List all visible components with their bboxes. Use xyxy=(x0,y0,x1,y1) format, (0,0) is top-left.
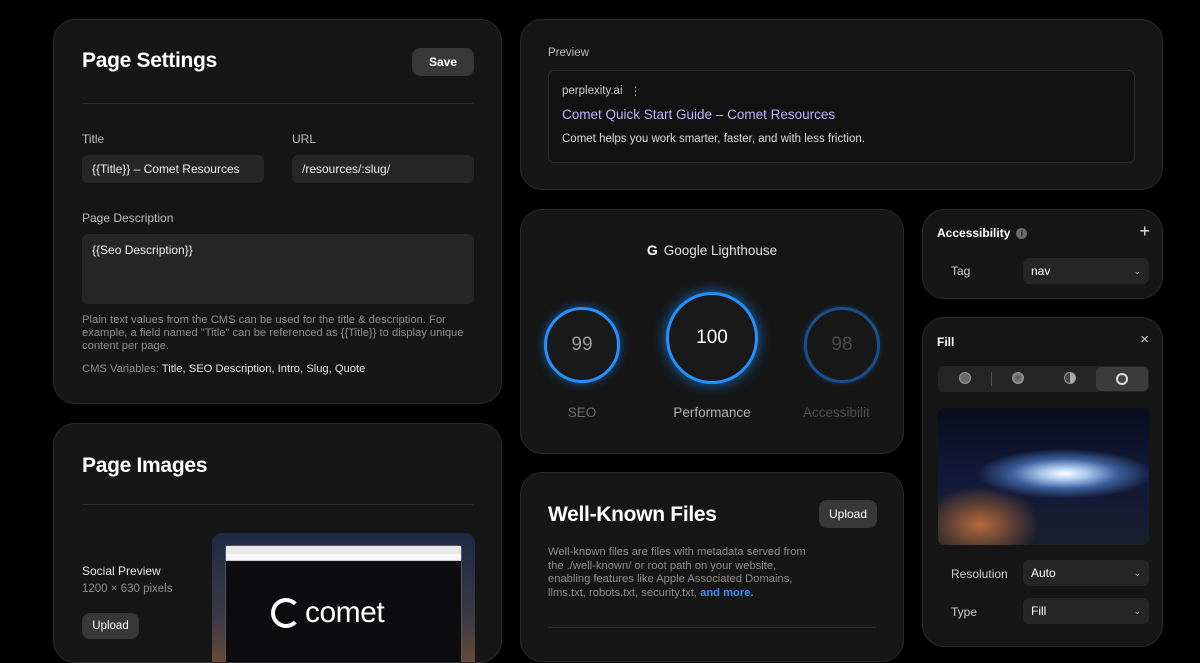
well-known-description: Well-known files are files with metadata… xyxy=(548,546,816,600)
lighthouse-card: G Google Lighthouse 99 SEO 100 Performan… xyxy=(520,209,904,454)
url-label: URL xyxy=(292,132,317,146)
chevron-down-icon: ⌄ xyxy=(1133,605,1141,616)
close-icon[interactable]: × xyxy=(1140,331,1149,348)
social-preview-label: Social Preview xyxy=(82,564,161,578)
fill-image-preview xyxy=(938,408,1149,545)
save-button[interactable]: Save xyxy=(412,48,474,76)
info-icon[interactable]: i xyxy=(1016,227,1028,239)
image-fill-icon xyxy=(1116,373,1128,385)
lighthouse-header: G Google Lighthouse xyxy=(521,242,903,258)
resolution-value: Auto xyxy=(1031,566,1056,580)
title-label: Title xyxy=(82,132,105,146)
preview-domain-row: perplexity.ai ⋮ xyxy=(562,84,642,98)
well-known-title: Well-Known Files xyxy=(548,503,717,526)
seo-label: SEO xyxy=(567,405,597,420)
resolution-select[interactable]: Auto ⌄ xyxy=(1023,560,1149,586)
fill-card: Fill × Resolution Auto ⌄ Type Fill ⌄ xyxy=(922,317,1163,647)
preview-link[interactable]: Comet Quick Start Guide – Comet Resource… xyxy=(562,107,835,122)
cms-variables-value: Title, SEO Description, Intro, Slug, Quo… xyxy=(161,363,366,375)
well-known-card: Well-Known Files Upload Well-known files… xyxy=(520,472,904,662)
comet-logo-icon xyxy=(271,598,301,628)
tag-label: Tag xyxy=(951,264,971,278)
resolution-label: Resolution xyxy=(951,567,1008,581)
description-field[interactable]: {{Seo Description}} xyxy=(82,234,474,304)
type-label: Type xyxy=(951,605,978,619)
fill-solid-button[interactable] xyxy=(939,366,991,390)
accessibility-header: Accessibility i xyxy=(937,226,1028,240)
page-images-title: Page Images xyxy=(82,454,208,477)
page-images-card: Page Images Social Preview 1200 × 630 pi… xyxy=(53,423,502,663)
performance-label: Performance xyxy=(673,405,751,420)
google-icon: G xyxy=(646,242,658,258)
cms-variables: CMS Variables: Title, SEO Description, I… xyxy=(82,363,365,375)
type-value: Fill xyxy=(1031,604,1047,618)
chevron-down-icon: ⌄ xyxy=(1133,265,1141,276)
performance-score: 100 xyxy=(696,327,728,348)
divider xyxy=(548,627,876,628)
description-label: Page Description xyxy=(82,211,174,225)
linear-fill-icon xyxy=(1064,372,1076,384)
browser-tabbar xyxy=(226,546,461,554)
accessibility-score: 98 xyxy=(831,334,853,355)
accessibility-label: Accessibilit xyxy=(803,405,870,420)
solid-fill-icon xyxy=(959,372,971,384)
upload-image-button[interactable]: Upload xyxy=(82,613,139,639)
fill-image-button[interactable] xyxy=(1096,367,1148,391)
title-field[interactable]: {{Title}} – Comet Resources xyxy=(82,155,264,183)
page-settings-card: Page Settings Save Title {{Title}} – Com… xyxy=(53,19,502,404)
accessibility-card: Accessibility i + Tag nav ⌄ xyxy=(922,209,1163,299)
more-vertical-icon[interactable]: ⋮ xyxy=(630,84,642,98)
fill-title: Fill xyxy=(937,335,955,349)
tag-select[interactable]: nav ⌄ xyxy=(1023,258,1149,284)
comet-logo: comet xyxy=(271,596,385,630)
fill-linear-button[interactable] xyxy=(1044,366,1096,390)
comet-brand-text: comet xyxy=(305,596,385,629)
accessibility-title: Accessibility xyxy=(937,226,1011,240)
preview-domain: perplexity.ai xyxy=(562,85,623,97)
help-text: Plain text values from the CMS can be us… xyxy=(82,314,464,352)
browser-window-mock: comet xyxy=(225,545,462,662)
and-more-link[interactable]: and more. xyxy=(700,587,753,599)
upload-well-known-button[interactable]: Upload xyxy=(819,500,877,528)
social-preview-size: 1200 × 630 pixels xyxy=(82,583,173,595)
url-field[interactable]: /resources/:slug/ xyxy=(292,155,474,183)
divider xyxy=(82,103,473,104)
preview-card: Preview perplexity.ai ⋮ Comet Quick Star… xyxy=(520,19,1163,190)
radial-fill-icon xyxy=(1012,372,1024,384)
divider xyxy=(82,504,473,505)
seo-score: 99 xyxy=(571,334,593,355)
search-result-preview: perplexity.ai ⋮ Comet Quick Start Guide … xyxy=(548,70,1135,163)
preview-label: Preview xyxy=(548,47,589,59)
lighthouse-title: Google Lighthouse xyxy=(663,242,778,258)
chevron-down-icon: ⌄ xyxy=(1133,567,1141,578)
type-select[interactable]: Fill ⌄ xyxy=(1023,598,1149,624)
preview-description: Comet helps you work smarter, faster, an… xyxy=(562,133,865,145)
browser-addressbar xyxy=(226,554,461,561)
add-icon[interactable]: + xyxy=(1139,221,1150,242)
fill-radial-button[interactable] xyxy=(992,366,1044,390)
page-settings-title: Page Settings xyxy=(82,49,217,72)
cms-variables-label: CMS Variables: xyxy=(82,363,159,375)
tag-select-value: nav xyxy=(1031,264,1051,278)
social-preview-image: comet xyxy=(212,533,475,662)
well-known-text: Well-known files are files with metadata… xyxy=(548,546,806,599)
fill-type-segmented xyxy=(938,366,1149,392)
